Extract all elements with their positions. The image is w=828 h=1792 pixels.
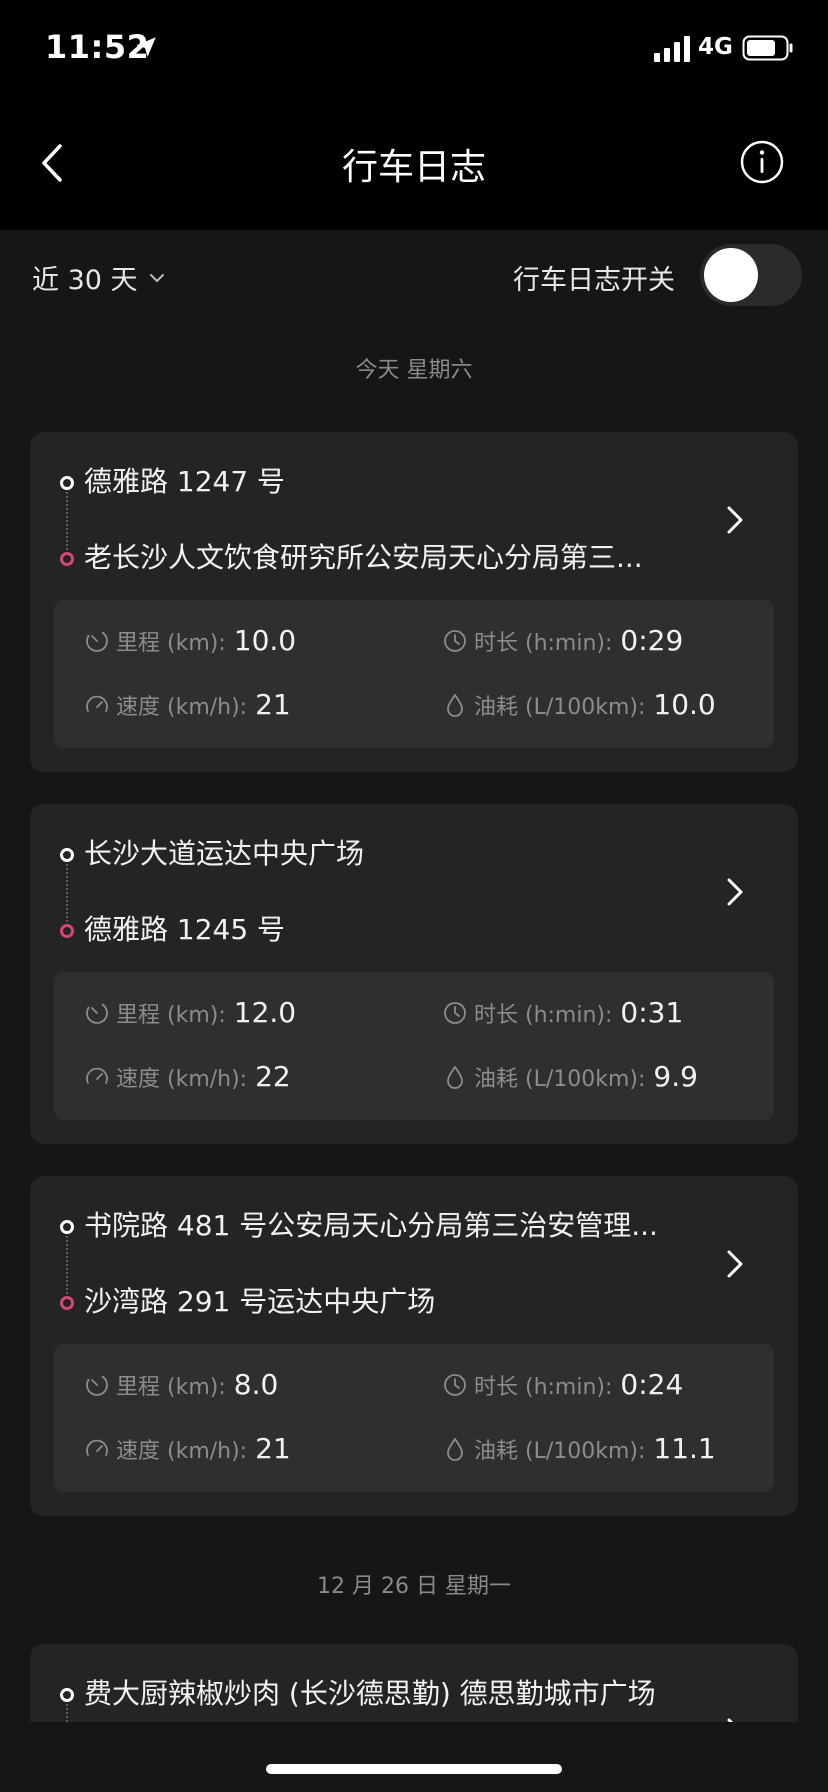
trip-card[interactable]: 长沙大道运达中央广场 德雅路 1245 号 里程 (km): 12.0 时长 (…: [30, 804, 798, 1144]
route-connector: [66, 492, 68, 550]
speedometer-icon: [86, 695, 108, 712]
bottom-safe-area: [0, 1722, 828, 1792]
clock-icon: [444, 1373, 466, 1396]
start-dot-icon: [60, 1688, 74, 1702]
fuel-stat: 油耗 (L/100km): 10.0: [442, 688, 716, 721]
chevron-down-icon: [149, 273, 164, 282]
clock-icon: [444, 1001, 466, 1024]
trip-end-address: 老长沙人文饮食研究所公安局天心分局第三...: [84, 541, 643, 574]
duration-value: 0:31: [620, 996, 684, 1029]
chevron-right-icon[interactable]: [720, 872, 750, 912]
trip-card[interactable]: 德雅路 1247 号 老长沙人文饮食研究所公安局天心分局第三... 里程 (km…: [30, 432, 798, 772]
duration-stat: 时长 (h:min): 0:31: [442, 996, 683, 1029]
duration-value: 0:24: [620, 1368, 684, 1401]
log-toggle-switch[interactable]: [700, 244, 802, 306]
speedometer-icon: [86, 1067, 108, 1084]
start-dot-icon: [60, 476, 74, 490]
chevron-right-icon[interactable]: [720, 500, 750, 540]
trip-start-address: 德雅路 1247 号: [84, 465, 286, 498]
location-arrow-icon: [136, 37, 156, 57]
distance-stat: 里程 (km): 12.0: [84, 996, 296, 1029]
distance-value: 12.0: [233, 996, 297, 1029]
log-toggle-label: 行车日志开关: [513, 265, 675, 296]
distance-stat: 里程 (km): 8.0: [84, 1368, 278, 1401]
distance-value: 10.0: [233, 624, 297, 657]
battery-icon: [742, 35, 793, 61]
end-dot-icon: [60, 924, 74, 938]
fuel-drop-icon: [447, 1437, 463, 1461]
speed-stat: 速度 (km/h): 21: [84, 688, 291, 721]
trip-card[interactable]: 书院路 481 号公安局天心分局第三治安管理... 沙湾路 291 号运达中央广…: [30, 1176, 798, 1516]
page-title: 行车日志: [341, 147, 486, 188]
speed-stat: 速度 (km/h): 22: [84, 1060, 291, 1093]
route-connector: [66, 1236, 68, 1294]
home-indicator[interactable]: [266, 1764, 562, 1774]
fuel-stat: 油耗 (L/100km): 9.9: [442, 1060, 698, 1093]
fuel-value: 11.1: [653, 1432, 716, 1465]
speed-stat: 速度 (km/h): 21: [84, 1432, 291, 1465]
trip-end-address: 沙湾路 291 号运达中央广场: [84, 1285, 436, 1318]
signal-icon: [654, 36, 690, 62]
end-dot-icon: [60, 1296, 74, 1310]
speed-value: 22: [255, 1060, 291, 1093]
nav-bar: 行车日志: [0, 96, 828, 230]
speed-value: 21: [255, 1432, 291, 1465]
filter-row: 近 30 天 行车日志开关: [0, 230, 828, 320]
duration-stat: 时长 (h:min): 0:29: [442, 624, 683, 657]
trip-stats-panel: 里程 (km): 8.0 时长 (h:min): 0:24 速度 (km/h):…: [54, 1344, 774, 1492]
start-dot-icon: [60, 848, 74, 862]
date-range-label: 近 30 天: [32, 265, 138, 296]
distance-stat: 里程 (km): 10.0: [84, 624, 296, 657]
start-dot-icon: [60, 1220, 74, 1234]
odometer-icon: [86, 1373, 108, 1396]
duration-value: 0:29: [620, 624, 684, 657]
trip-end-address: 德雅路 1245 号: [84, 913, 286, 946]
fuel-value: 10.0: [653, 688, 716, 721]
fuel-drop-icon: [447, 1065, 463, 1089]
fuel-drop-icon: [447, 693, 463, 717]
duration-stat: 时长 (h:min): 0:24: [442, 1368, 683, 1401]
speed-value: 21: [255, 688, 291, 721]
date-header: 12 月 26 日 星期一: [317, 1574, 511, 1599]
toggle-knob[interactable]: [704, 248, 758, 302]
clock-icon: [444, 629, 466, 652]
date-header: 今天 星期六: [355, 358, 473, 383]
trip-start-address: 费大厨辣椒炒肉 (长沙德思勤) 德思勤城市广场: [84, 1677, 656, 1710]
network-type: 4G: [698, 34, 733, 60]
end-dot-icon: [60, 552, 74, 566]
info-circle-icon[interactable]: [738, 138, 786, 186]
route-connector: [66, 864, 68, 922]
chevron-right-icon[interactable]: [720, 1244, 750, 1284]
trip-stats-panel: 里程 (km): 10.0 时长 (h:min): 0:29 速度 (km/h)…: [54, 600, 774, 748]
odometer-icon: [86, 1001, 108, 1024]
trip-start-address: 书院路 481 号公安局天心分局第三治安管理...: [84, 1209, 658, 1242]
speedometer-icon: [86, 1439, 108, 1456]
status-bar: 11:52 4G: [0, 0, 828, 96]
trip-start-address: 长沙大道运达中央广场: [84, 837, 365, 870]
fuel-stat: 油耗 (L/100km): 11.1: [442, 1432, 716, 1465]
distance-value: 8.0: [233, 1368, 279, 1401]
odometer-icon: [86, 629, 108, 652]
date-range-select[interactable]: 近 30 天: [32, 258, 166, 297]
fuel-value: 9.9: [653, 1060, 698, 1093]
trip-stats-panel: 里程 (km): 12.0 时长 (h:min): 0:31 速度 (km/h)…: [54, 972, 774, 1120]
